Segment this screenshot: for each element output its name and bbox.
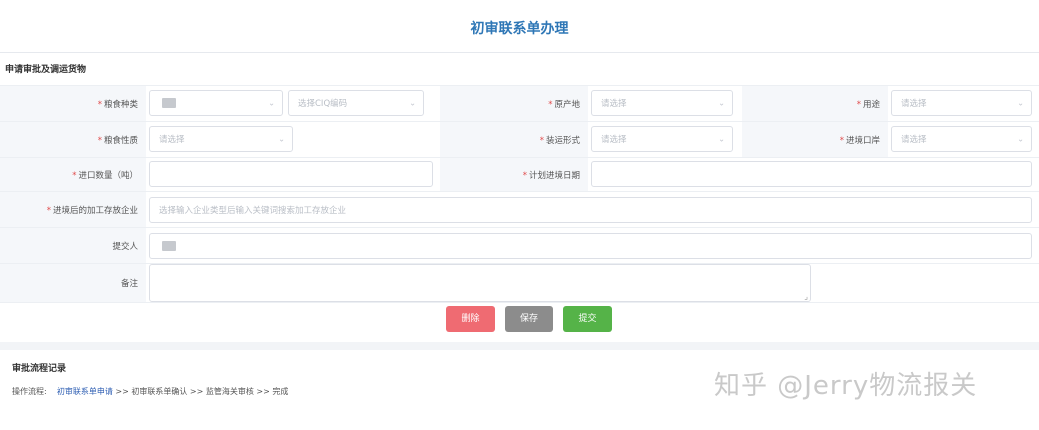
flow-step-1[interactable]: 初审联系单申请 — [57, 387, 113, 396]
form-row-1: * 粮食种类 ⌄ 选择CIQ编码 ⌄ * 原产地 请选择 ⌄ * 用途 请选择 ⌄ — [0, 85, 1039, 121]
entry-port-label: * 进境口岸 — [839, 135, 880, 146]
watermark: 知乎 @Jerry物流报关 — [714, 371, 978, 401]
import-quantity-label: * 进口数量（吨） — [72, 170, 138, 181]
page-title: 初审联系单办理 — [470, 21, 569, 37]
grain-nature-label-cell: * 粮食性质 — [0, 122, 146, 157]
grain-type-select[interactable]: ⌄ — [149, 90, 283, 116]
submitter-field[interactable] — [149, 233, 1032, 259]
grain-type-label-cell: * 粮食种类 — [0, 86, 146, 121]
chevron-down-icon: ⌄ — [1017, 98, 1024, 108]
submit-button[interactable]: 提交 — [563, 306, 612, 332]
entry-port-select[interactable]: 请选择 ⌄ — [891, 126, 1032, 152]
flow-separator: >> — [256, 387, 270, 396]
chevron-down-icon: ⌄ — [409, 98, 416, 108]
entry-port-label-cell: * 进境口岸 — [742, 122, 888, 157]
form-row-3: * 进口数量（吨） * 计划进境日期 — [0, 157, 1039, 191]
chevron-down-icon: ⌄ — [718, 98, 725, 108]
redacted-value — [162, 241, 176, 251]
planned-entry-date-label-cell: * 计划进境日期 — [440, 158, 588, 191]
chevron-down-icon: ⌄ — [718, 134, 725, 144]
form-row-4: * 进境后的加工存放企业 选择输入企业类型后输入关键词搜索加工存放企业 — [0, 191, 1039, 227]
usage-label: * 用途 — [856, 99, 880, 110]
form-row-2: * 粮食性质 请选择 ⌄ * 装运形式 请选择 ⌄ * 进境口岸 请选择 ⌄ — [0, 121, 1039, 157]
remarks-label: 备注 — [120, 279, 138, 289]
flow-step-4: 完成 — [272, 387, 289, 396]
save-button[interactable]: 保存 — [505, 306, 553, 332]
grain-type-label: * 粮食种类 — [97, 99, 138, 110]
chevron-down-icon: ⌄ — [268, 98, 275, 108]
origin-label-cell: * 原产地 — [440, 86, 588, 121]
form-row-5: 提交人 — [0, 227, 1039, 263]
packaging-select[interactable]: 请选择 ⌄ — [591, 126, 733, 152]
flow-separator: >> — [189, 387, 204, 396]
packaging-label-cell: * 装运形式 — [440, 122, 588, 157]
remarks-textarea[interactable]: ⌟ — [149, 264, 811, 302]
packaging-label: * 装运形式 — [539, 135, 580, 146]
ciq-code-select[interactable]: 选择CIQ编码 ⌄ — [288, 90, 424, 116]
processing-company-label: * 进境后的加工存放企业 — [46, 205, 138, 216]
usage-label-cell: * 用途 — [742, 86, 888, 121]
planned-entry-date-input[interactable] — [591, 161, 1032, 187]
section-divider — [0, 342, 1039, 350]
flow-breadcrumb: 操作流程: 初审联系单申请 >> 初审联系单确认 >> 监管海关审核 >> 完成 — [12, 386, 288, 397]
submitter-label: 提交人 — [112, 241, 138, 252]
grain-nature-select[interactable]: 请选择 ⌄ — [149, 126, 293, 152]
redacted-value — [162, 98, 176, 108]
import-quantity-input[interactable] — [149, 161, 433, 187]
flow-step-2: 初审联系单确认 — [131, 387, 188, 396]
flow-step-3: 监管海关审核 — [205, 387, 254, 396]
title-divider — [0, 52, 1039, 53]
resize-grip-icon[interactable]: ⌟ — [804, 292, 808, 301]
section-title: 申请审批及调运货物 — [5, 65, 87, 75]
submitter-label-cell: 提交人 — [0, 228, 146, 263]
usage-select[interactable]: 请选择 ⌄ — [891, 90, 1032, 116]
import-quantity-label-cell: * 进口数量（吨） — [0, 158, 146, 191]
delete-button[interactable]: 删除 — [446, 306, 495, 332]
remarks-label-cell: 备注 — [0, 264, 146, 302]
chevron-down-icon: ⌄ — [1017, 134, 1024, 144]
origin-select[interactable]: 请选择 ⌄ — [591, 90, 733, 116]
grain-nature-label: * 粮食性质 — [97, 135, 138, 146]
processing-company-input[interactable]: 选择输入企业类型后输入关键词搜索加工存放企业 — [149, 197, 1032, 223]
chevron-down-icon: ⌄ — [278, 134, 285, 144]
flow-prefix: 操作流程: — [12, 387, 47, 396]
processing-company-label-cell: * 进境后的加工存放企业 — [0, 192, 146, 227]
flow-separator: >> — [115, 387, 129, 396]
planned-entry-date-label: * 计划进境日期 — [522, 170, 580, 181]
flow-title: 审批流程记录 — [12, 364, 67, 374]
origin-label: * 原产地 — [548, 99, 580, 110]
form-row-6: 备注 ⌟ — [0, 263, 1039, 303]
